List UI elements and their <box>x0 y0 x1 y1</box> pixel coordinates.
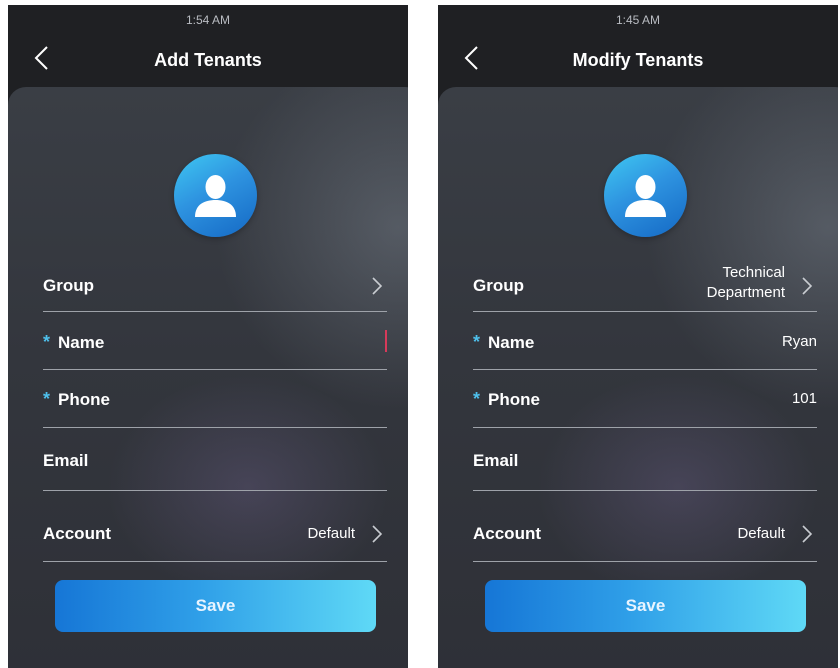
chevron-right-icon <box>802 277 813 295</box>
group-value-line2: Department <box>706 284 785 301</box>
text-cursor <box>385 330 387 352</box>
chevron-right-icon <box>372 277 383 295</box>
group-row[interactable]: Group <box>43 263 387 312</box>
phone-label: * Phone <box>473 389 540 410</box>
account-value: Default <box>737 525 785 542</box>
email-row[interactable]: Email <box>473 428 817 491</box>
phone-row[interactable]: * Phone 101 <box>473 370 817 428</box>
phone-label-text: Phone <box>58 390 110 409</box>
name-row[interactable]: * Name <box>43 312 387 370</box>
modify-tenants-screen: 1:45 AM Modify Tenants Group Technical D… <box>438 5 838 668</box>
name-value: Ryan <box>781 333 817 350</box>
phone-value: 101 <box>791 390 817 407</box>
chevron-right-icon <box>802 525 813 543</box>
group-label: Group <box>473 276 524 295</box>
account-label: Account <box>43 524 111 543</box>
account-value: Default <box>307 525 355 542</box>
email-label: Email <box>473 451 519 470</box>
add-tenants-screen: 1:54 AM Add Tenants Group * Name * Phone E… <box>8 5 408 668</box>
required-mark: * <box>473 389 481 409</box>
required-mark: * <box>473 332 481 352</box>
name-label: * Name <box>43 332 104 353</box>
save-button[interactable]: Save <box>485 580 806 632</box>
phone-label: * Phone <box>43 389 110 410</box>
account-label: Account <box>473 524 541 543</box>
required-mark: * <box>43 389 51 409</box>
phone-label-text: Phone <box>488 390 540 409</box>
email-label: Email <box>43 451 89 470</box>
avatar[interactable] <box>174 154 257 237</box>
status-time: 1:54 AM <box>185 13 231 27</box>
name-label-text: Name <box>58 333 105 352</box>
page-title: Modify Tenants <box>572 50 704 70</box>
chevron-right-icon <box>372 525 383 543</box>
group-value: Technical Department <box>707 263 785 303</box>
status-time: 1:45 AM <box>615 13 661 27</box>
avatar[interactable] <box>604 154 687 237</box>
account-row[interactable]: Account Default <box>43 491 387 562</box>
name-row[interactable]: * Name Ryan <box>473 312 817 370</box>
required-mark: * <box>43 332 51 352</box>
page-title: Add Tenants <box>154 50 262 70</box>
phone-row[interactable]: * Phone <box>43 370 387 428</box>
account-row[interactable]: Account Default <box>473 491 817 562</box>
group-value-line1: Technical <box>722 264 785 281</box>
name-label: * Name <box>473 332 534 353</box>
email-row[interactable]: Email <box>43 428 387 491</box>
name-label-text: Name <box>488 333 535 352</box>
user-avatar-icon <box>625 175 666 217</box>
user-avatar-icon <box>195 175 236 217</box>
group-row[interactable]: Group Technical Department <box>473 263 817 312</box>
group-label: Group <box>43 276 94 295</box>
save-button[interactable]: Save <box>55 580 376 632</box>
